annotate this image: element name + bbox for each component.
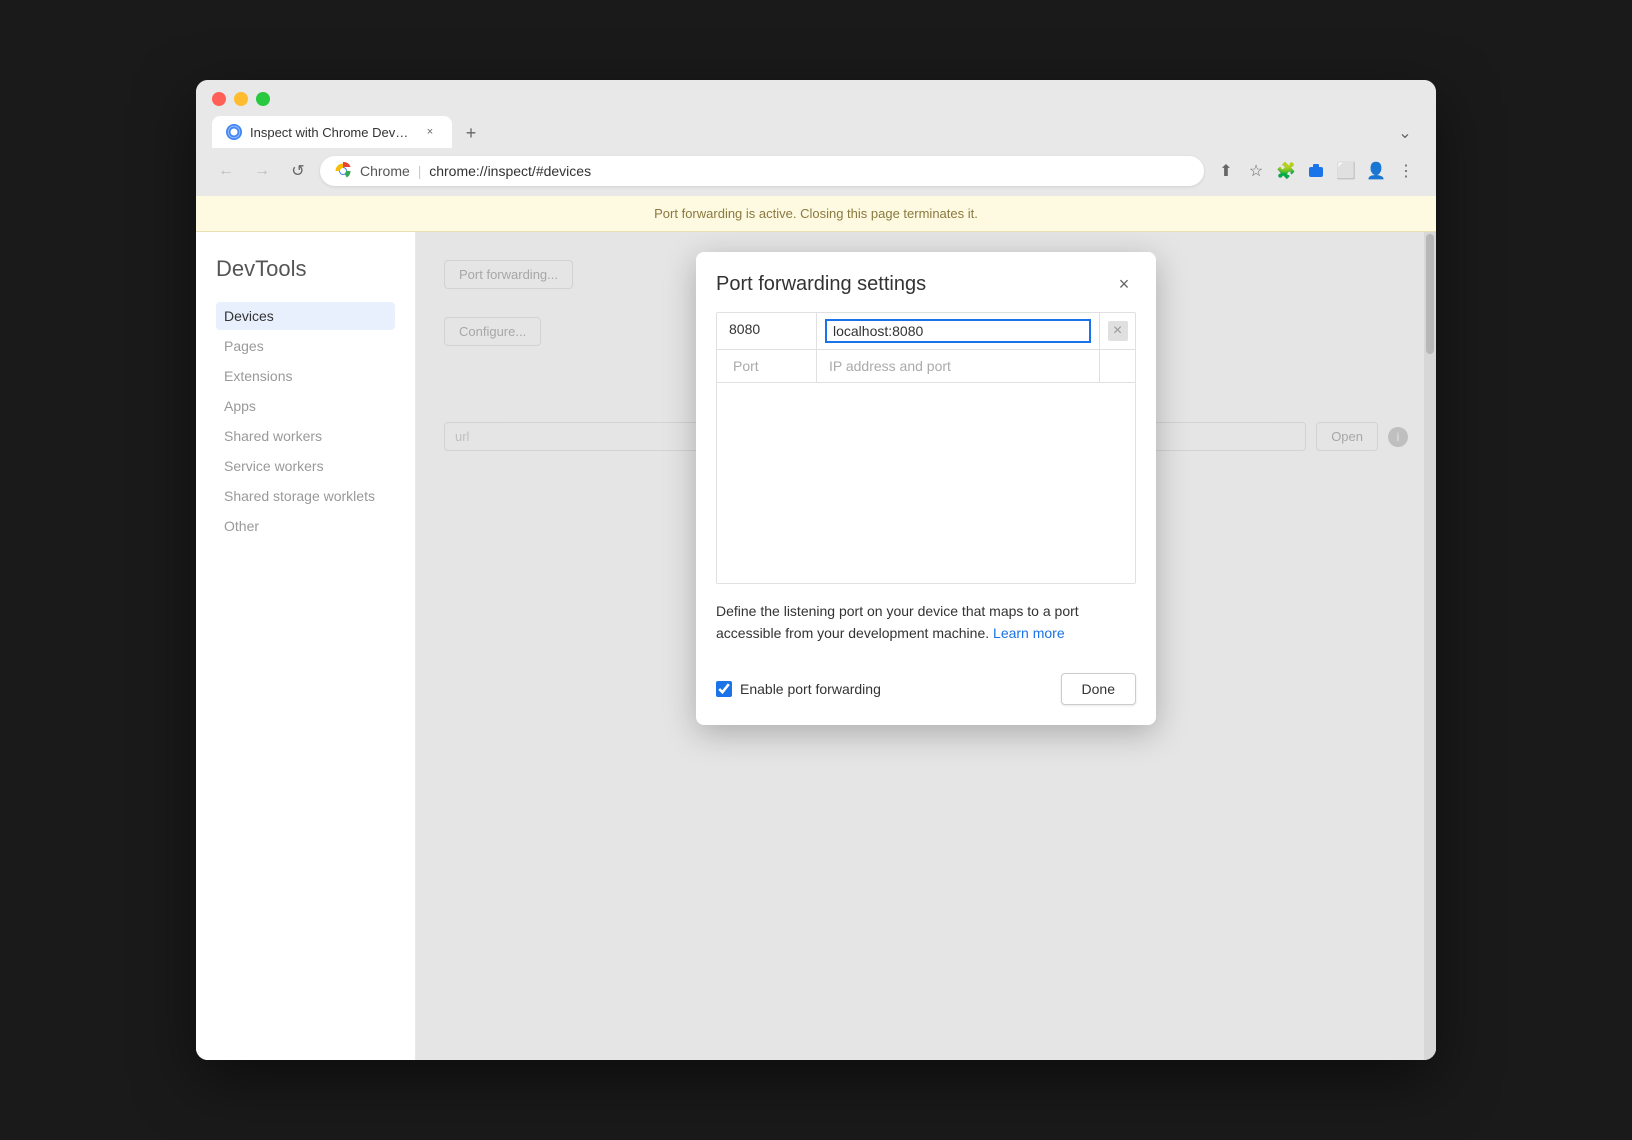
menu-button[interactable]: ⋮ (1392, 157, 1420, 185)
tab-close-button[interactable]: × (422, 124, 438, 140)
address-brand: Chrome (360, 163, 410, 179)
modal-footer: Enable port forwarding Done (696, 661, 1156, 725)
share-button[interactable]: ⬆ (1212, 157, 1240, 185)
tab-title: Inspect with Chrome Develope (250, 125, 414, 140)
modal-header: Port forwarding settings × (696, 252, 1156, 312)
port-row-placeholder: Port IP address and port (717, 350, 1135, 383)
port-value: 8080 (729, 321, 760, 337)
address-url: chrome://inspect/#devices (429, 163, 591, 179)
delete-row-button[interactable]: × (1108, 321, 1128, 341)
bookmark-button[interactable]: ☆ (1242, 157, 1270, 185)
back-button[interactable]: ← (212, 157, 240, 185)
sidebar: DevTools Devices Pages Extensions Apps S… (196, 232, 416, 1060)
title-bar: Inspect with Chrome Develope × + ⌄ (196, 80, 1436, 148)
extensions-button[interactable]: 🧩 (1272, 157, 1300, 185)
split-view-button[interactable]: ⬜ (1332, 157, 1360, 185)
close-window-button[interactable] (212, 92, 226, 106)
main-content: DevTools Devices Pages Extensions Apps S… (196, 232, 1436, 1060)
address-input[interactable]: Chrome | chrome://inspect/#devices (320, 156, 1204, 186)
browser-window: Inspect with Chrome Develope × + ⌄ ← → ↺ (196, 80, 1436, 1060)
profile-button[interactable]: 👤 (1362, 157, 1390, 185)
placeholder-action-cell (1099, 350, 1135, 382)
modal-description: Define the listening port on your device… (696, 584, 1156, 661)
modal-overlay: Port forwarding settings × 8080 (416, 232, 1436, 1060)
port-row-delete[interactable]: × (1099, 313, 1135, 349)
sidebar-title: DevTools (216, 256, 395, 282)
port-forwarding-checkbox[interactable] (716, 681, 732, 697)
sidebar-item-other[interactable]: Other (216, 512, 395, 540)
checkbox-label-text: Enable port forwarding (740, 681, 881, 697)
sidebar-nav: Devices Pages Extensions Apps Shared wor… (216, 302, 395, 540)
sidebar-item-devices[interactable]: Devices (216, 302, 395, 330)
traffic-lights (212, 92, 1420, 106)
modal-close-button[interactable]: × (1112, 272, 1136, 296)
port-placeholder-cell[interactable]: Port (717, 350, 817, 382)
address-cell[interactable] (817, 313, 1099, 349)
port-row-filled: 8080 × (717, 313, 1135, 350)
sidebar-item-extensions[interactable]: Extensions (216, 362, 395, 390)
port-forwarding-checkbox-label[interactable]: Enable port forwarding (716, 681, 1049, 697)
learn-more-link[interactable]: Learn more (993, 625, 1065, 641)
sidebar-item-apps[interactable]: Apps (216, 392, 395, 420)
notification-bar: Port forwarding is active. Closing this … (196, 196, 1436, 232)
tab-bar: Inspect with Chrome Develope × + ⌄ (212, 116, 1420, 148)
port-cell-value: 8080 (717, 313, 817, 349)
new-tab-button[interactable]: + (456, 118, 486, 148)
modal-title: Port forwarding settings (716, 273, 926, 296)
sidebar-item-pages[interactable]: Pages (216, 332, 395, 360)
port-table: 8080 × Port (716, 312, 1136, 584)
maximize-window-button[interactable] (256, 92, 270, 106)
sidebar-item-shared-workers[interactable]: Shared workers (216, 422, 395, 450)
address-placeholder-text: IP address and port (825, 356, 955, 376)
address-bar: ← → ↺ Chrome | chrome://inspect/#devices… (196, 148, 1436, 196)
minimize-window-button[interactable] (234, 92, 248, 106)
chrome-icon (334, 162, 352, 180)
forward-button[interactable]: → (248, 157, 276, 185)
port-forwarding-modal: Port forwarding settings × 8080 (696, 252, 1156, 725)
address-input-field[interactable] (825, 319, 1091, 343)
extension-active-button[interactable] (1302, 157, 1330, 185)
address-text: Chrome | chrome://inspect/#devices (360, 163, 1190, 179)
notification-text: Port forwarding is active. Closing this … (654, 206, 978, 221)
reload-button[interactable]: ↺ (284, 157, 312, 185)
address-placeholder-cell[interactable]: IP address and port (817, 350, 1099, 382)
done-button[interactable]: Done (1061, 673, 1136, 705)
tab-list-button[interactable]: ⌄ (1390, 118, 1420, 148)
port-empty-area (717, 383, 1135, 583)
sidebar-item-service-workers[interactable]: Service workers (216, 452, 395, 480)
toolbar-actions: ⬆ ☆ 🧩 ⬜ 👤 ⋮ (1212, 157, 1420, 185)
browser-tab[interactable]: Inspect with Chrome Develope × (212, 116, 452, 148)
port-placeholder-text: Port (729, 356, 763, 376)
sidebar-item-shared-storage-worklets[interactable]: Shared storage worklets (216, 482, 395, 510)
page-content: Port forwarding... Configure... url Open… (416, 232, 1436, 1060)
tab-favicon (226, 124, 242, 140)
